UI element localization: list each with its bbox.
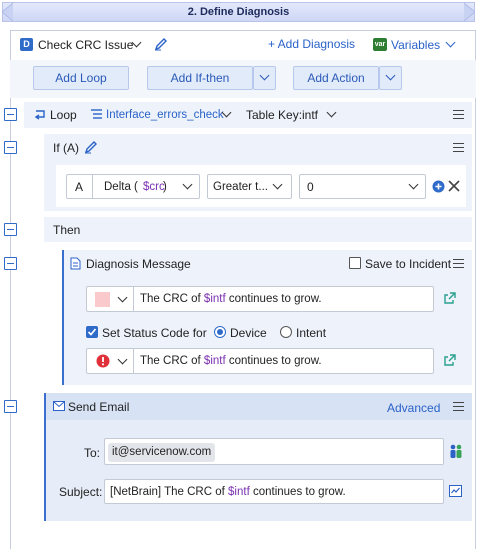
collapse-then-icon[interactable] — [4, 223, 17, 236]
block-rail — [44, 393, 46, 521]
expand-editor-icon[interactable] — [444, 292, 456, 304]
mail-icon — [53, 401, 65, 411]
document-icon — [70, 257, 81, 270]
loop-label: Loop — [50, 108, 77, 122]
subject-text: [NetBrain] The CRC of $intf continues to… — [110, 485, 346, 499]
operand-prefix: Delta ( — [104, 181, 138, 193]
edit-condition-icon[interactable] — [84, 140, 98, 154]
message-suffix: continues to grow. — [225, 293, 322, 305]
table-key-select[interactable]: intf — [302, 108, 318, 122]
subject-variable: $intf — [228, 486, 250, 498]
add-loop-button[interactable]: Add Loop — [33, 66, 129, 90]
loop-table-select[interactable]: Interface_errors_check — [106, 108, 224, 122]
send-email-label: Send Email — [68, 400, 130, 414]
divider — [92, 175, 93, 198]
chevron-left-icon[interactable] — [2, 3, 13, 21]
to-label: To: — [84, 446, 101, 460]
loop-menu-icon[interactable] — [453, 110, 464, 119]
contacts-icon[interactable] — [449, 444, 463, 459]
color-swatch-icon[interactable] — [95, 292, 110, 307]
radio-device-label: Device — [230, 326, 267, 340]
advanced-link[interactable]: Advanced — [387, 401, 440, 415]
edit-icon[interactable] — [154, 37, 168, 51]
if-label: If (A) — [53, 141, 79, 155]
table-icon — [91, 109, 102, 119]
add-action-dropdown[interactable] — [379, 66, 402, 90]
status-message-text: The CRC of $intf continues to grow. — [140, 354, 322, 368]
message-text: The CRC of $intf continues to grow. — [140, 292, 322, 306]
diagnosis-message-label: Diagnosis Message — [86, 257, 191, 271]
chevron-down-icon — [259, 70, 270, 81]
subject-editor-icon[interactable] — [449, 485, 462, 497]
condition-value-input[interactable] — [299, 174, 426, 199]
condition-letter: A — [75, 180, 84, 194]
diagnosis-message-menu-icon[interactable] — [453, 259, 464, 268]
radio-intent[interactable] — [280, 326, 292, 338]
recipient-chip[interactable]: it@servicenow.com — [108, 443, 216, 462]
status-message-suffix: continues to grow. — [225, 355, 322, 367]
then-label: Then — [53, 223, 81, 237]
save-to-incident-checkbox[interactable] — [349, 257, 361, 269]
table-key-label: Table Key: — [246, 108, 303, 122]
condition-value: 0 — [307, 180, 314, 194]
message-variable: $intf — [203, 293, 226, 305]
remove-condition-icon[interactable] — [448, 180, 460, 192]
chevron-right-icon[interactable] — [464, 3, 475, 21]
save-to-incident-label: Save to Incident — [365, 257, 452, 271]
message-prefix: The CRC of — [140, 293, 204, 305]
divider — [133, 287, 134, 311]
diagnosis-badge-icon: D — [20, 38, 33, 51]
collapse-send-email-icon[interactable] — [4, 400, 17, 413]
status-message-variable: $intf — [203, 355, 226, 367]
subject-prefix: [NetBrain] The CRC of — [110, 486, 229, 498]
then-row — [44, 217, 472, 242]
collapse-diagnosis-message-icon[interactable] — [4, 257, 17, 270]
add-if-then-dropdown[interactable] — [253, 66, 276, 90]
set-status-label: Set Status Code for — [102, 326, 207, 340]
divider — [133, 349, 134, 373]
step-title: 2. Define Diagnosis — [2, 2, 475, 22]
operator-value: Greater t... — [213, 181, 268, 193]
loop-icon — [34, 110, 45, 120]
status-message-prefix: The CRC of — [140, 355, 204, 367]
add-condition-icon[interactable] — [432, 180, 445, 193]
operand-suffix: ) — [163, 181, 167, 193]
add-diagnosis-link[interactable]: + Add Diagnosis — [268, 37, 355, 51]
chevron-down-icon — [385, 70, 396, 81]
if-menu-icon[interactable] — [453, 143, 464, 152]
operand-variable: $crc — [143, 181, 165, 193]
variables-icon: var — [373, 38, 387, 51]
expand-editor-icon[interactable] — [444, 354, 456, 366]
radio-device[interactable] — [214, 326, 226, 338]
send-email-menu-icon[interactable] — [453, 402, 464, 411]
error-status-icon[interactable] — [96, 354, 110, 368]
collapse-if-icon[interactable] — [4, 141, 17, 154]
diagnosis-name[interactable]: Check CRC Issue — [38, 38, 133, 52]
block-rail — [62, 250, 64, 385]
subject-label: Subject: — [59, 485, 103, 499]
add-if-then-button[interactable]: Add If-then — [147, 66, 253, 90]
radio-intent-label: Intent — [296, 326, 327, 340]
collapse-loop-icon[interactable] — [4, 108, 17, 121]
set-status-checkbox[interactable] — [86, 326, 98, 338]
add-action-button[interactable]: Add Action — [293, 66, 379, 90]
subject-suffix: continues to grow. — [249, 486, 346, 498]
variables-link[interactable]: Variables — [391, 38, 440, 52]
checkmark-icon — [87, 328, 97, 336]
